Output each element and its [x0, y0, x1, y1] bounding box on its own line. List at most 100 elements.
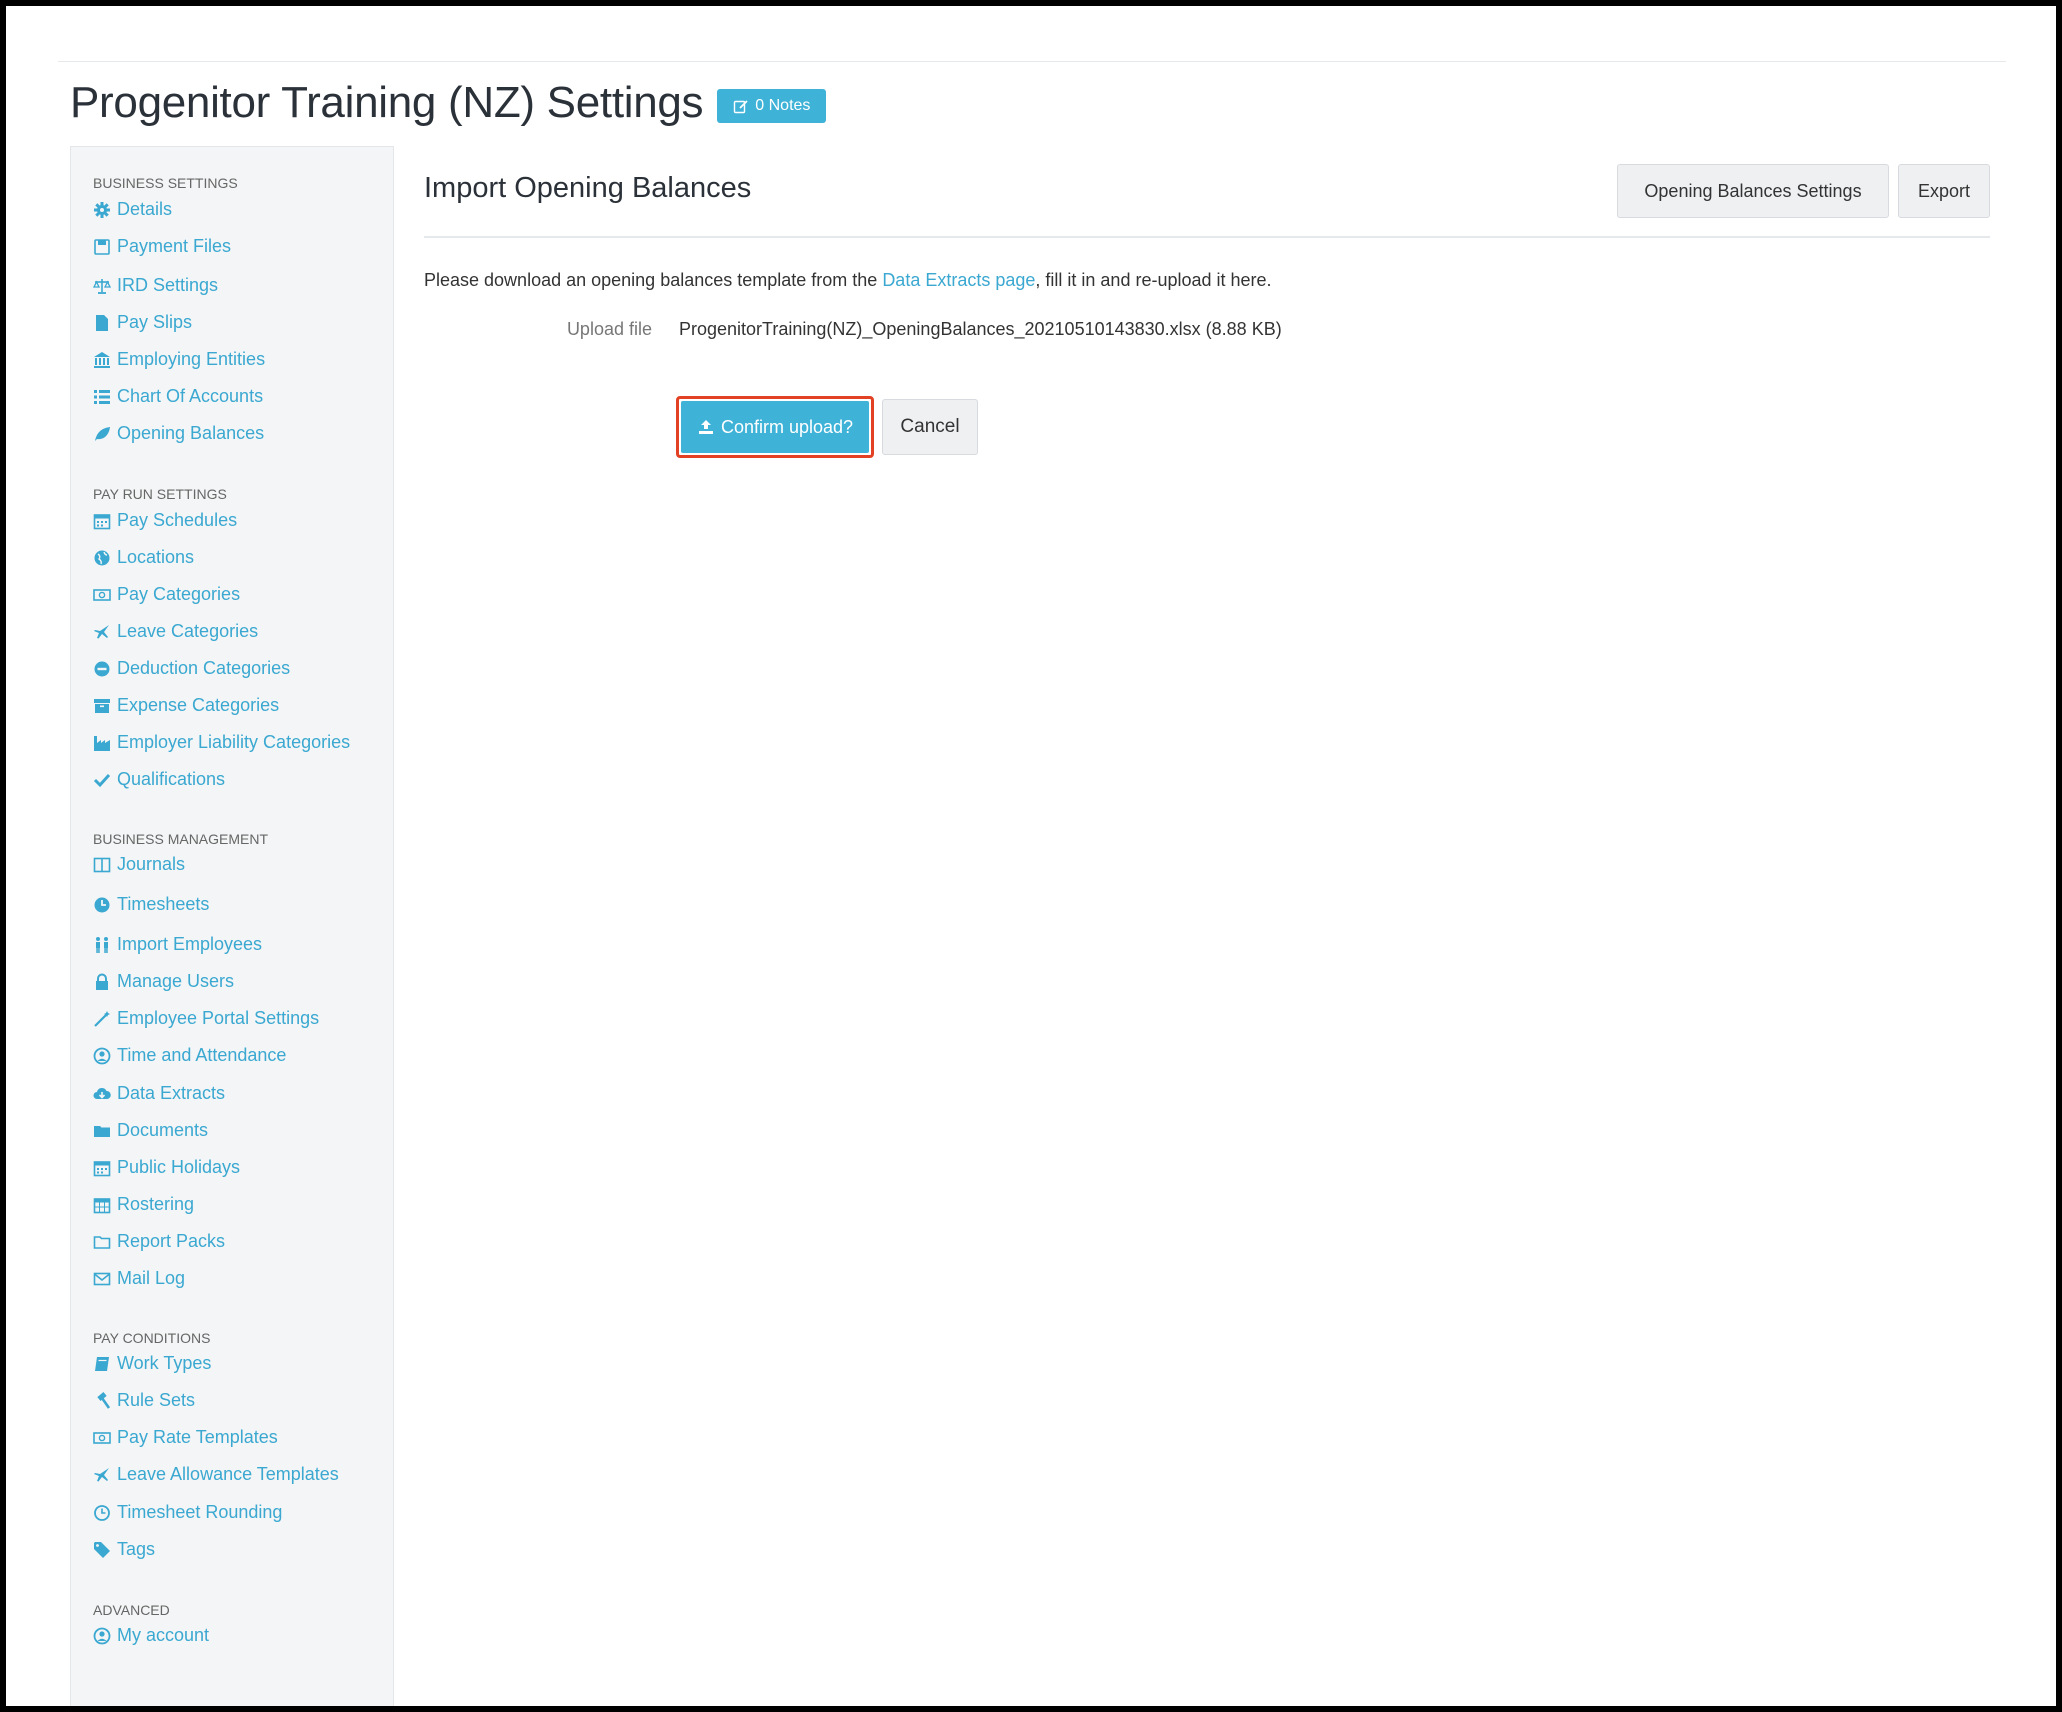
sidebar-item-timesheets[interactable]: Timesheets	[93, 894, 209, 915]
sidebar-item-tags[interactable]: Tags	[93, 1539, 155, 1560]
sidebar-heading-pay-conditions: PAY CONDITIONS	[93, 1330, 211, 1346]
sidebar-item-deduction-categories[interactable]: Deduction Categories	[93, 658, 290, 679]
scale-icon	[93, 278, 111, 294]
check-icon	[93, 773, 111, 787]
confirm-upload-highlight: Confirm upload?	[676, 396, 874, 458]
sidebar-item-label: IRD Settings	[117, 275, 219, 295]
industry-icon	[94, 735, 110, 751]
upload-file-label: Upload file	[566, 319, 652, 339]
sidebar-item-employing-entities[interactable]: Employing Entities	[93, 349, 265, 370]
sidebar-item-label: Manage Users	[117, 971, 235, 991]
section-title: Import Opening Balances	[424, 172, 752, 204]
cloud-download-icon	[93, 1087, 111, 1099]
sidebar-item-time-and-attendance[interactable]: Time and Attendance	[93, 1045, 286, 1066]
sidebar-item-label: Work Types	[117, 1353, 212, 1373]
plane-icon	[94, 1467, 109, 1481]
sidebar-item-work-types[interactable]: Work Types	[93, 1353, 211, 1374]
sidebar-item-pay-schedules[interactable]: Pay Schedules	[93, 510, 237, 531]
sidebar-item-label: Opening Balances	[117, 423, 265, 443]
sidebar-item-label: Employee Portal Settings	[117, 1008, 320, 1028]
clock-icon	[94, 897, 110, 912]
sidebar-item-label: Time and Attendance	[117, 1045, 287, 1065]
tag-icon	[94, 1541, 110, 1558]
intro-text-after: , fill it in and re-upload it here.	[1035, 270, 1272, 290]
sidebar-item-pay-rate-templates[interactable]: Pay Rate Templates	[93, 1427, 278, 1448]
section-divider	[424, 236, 1990, 238]
sidebar-item-employer-liability-categories[interactable]: Employer Liability Categories	[93, 732, 350, 753]
lock-icon	[96, 973, 108, 990]
sidebar-item-details[interactable]: Details	[93, 199, 172, 220]
upload-icon	[698, 420, 713, 434]
sidebar-item-documents[interactable]: Documents	[93, 1120, 208, 1141]
sidebar-item-opening-balances[interactable]: Opening Balances	[93, 423, 264, 444]
app-window: Progenitor Training (NZ) Settings 0 Note…	[6, 6, 2056, 1706]
sidebar-item-locations[interactable]: Locations	[93, 547, 194, 568]
sidebar-item-leave-allowance-templates[interactable]: Leave Allowance Templates	[93, 1464, 339, 1485]
sidebar-item-label: Data Extracts	[117, 1083, 226, 1103]
envelope-icon	[93, 1272, 111, 1285]
data-extracts-link[interactable]: Data Extracts page	[882, 270, 1035, 290]
sidebar-item-label: Documents	[117, 1120, 209, 1140]
sidebar-heading-business-management: BUSINESS MANAGEMENT	[93, 831, 269, 847]
sidebar-item-public-holidays[interactable]: Public Holidays	[93, 1157, 240, 1178]
sidebar-item-chart-of-accounts[interactable]: Chart Of Accounts	[93, 386, 263, 407]
sidebar-item-employee-portal-settings[interactable]: Employee Portal Settings	[93, 1008, 319, 1029]
sidebar-item-label: Journals	[117, 854, 186, 874]
notes-button[interactable]: 0 Notes	[717, 89, 827, 123]
sidebar-item-label: Employing Entities	[117, 349, 266, 369]
columns-icon	[93, 857, 111, 872]
sidebar-item-journals[interactable]: Journals	[93, 854, 185, 875]
intro-text: Please download an opening balances temp…	[424, 270, 1272, 291]
sidebar-item-label: Timesheet Rounding	[117, 1502, 283, 1522]
sidebar-item-timesheet-rounding[interactable]: Timesheet Rounding	[93, 1502, 282, 1523]
upload-file-value: ProgenitorTraining(NZ)_OpeningBalances_2…	[679, 319, 1282, 339]
sidebar-item-label: Timesheets	[117, 894, 210, 914]
leaf-icon	[95, 426, 110, 441]
list-icon	[94, 389, 110, 404]
opening-balances-settings-button[interactable]: Opening Balances Settings	[1617, 164, 1889, 218]
magic-wand-icon	[94, 1010, 110, 1027]
user-circle-icon	[93, 1627, 111, 1644]
cancel-button[interactable]: Cancel	[882, 399, 978, 455]
sidebar-item-label: Public Holidays	[117, 1157, 241, 1177]
sidebar-item-rostering[interactable]: Rostering	[93, 1194, 194, 1215]
top-divider	[58, 61, 2006, 62]
sidebar-item-label: Tags	[117, 1539, 156, 1559]
gavel-icon	[97, 1391, 111, 1409]
sidebar-item-label: Pay Categories	[117, 584, 241, 604]
sidebar-item-rule-sets[interactable]: Rule Sets	[93, 1390, 195, 1411]
sidebar-item-label: Pay Rate Templates	[117, 1427, 278, 1447]
sidebar-item-payment-files[interactable]: Payment Files	[93, 236, 231, 257]
sidebar-item-manage-users[interactable]: Manage Users	[93, 971, 234, 992]
money-icon	[93, 1431, 111, 1444]
sidebar-item-label: Import Employees	[117, 934, 263, 954]
sidebar-item-my-account[interactable]: My account	[93, 1625, 209, 1646]
sidebar-item-leave-categories[interactable]: Leave Categories	[93, 621, 258, 642]
sidebar-item-label: Pay Schedules	[117, 510, 238, 530]
sidebar-item-import-employees[interactable]: Import Employees	[93, 934, 262, 955]
folder-icon	[94, 1125, 110, 1137]
sidebar-item-label: Mail Log	[117, 1268, 186, 1288]
sidebar-item-pay-slips[interactable]: Pay Slips	[93, 312, 192, 333]
sidebar-item-label: Expense Categories	[117, 695, 280, 715]
sidebar-item-data-extracts[interactable]: Data Extracts	[93, 1083, 225, 1104]
sidebar-heading-pay-run-settings: PAY RUN SETTINGS	[93, 486, 227, 502]
sidebar-item-mail-log[interactable]: Mail Log	[93, 1268, 185, 1289]
sidebar-item-pay-categories[interactable]: Pay Categories	[93, 584, 240, 605]
sidebar-item-label: Locations	[117, 547, 195, 567]
sidebar-heading-advanced: ADVANCED	[93, 1602, 170, 1618]
sidebar-heading-business-settings: BUSINESS SETTINGS	[93, 175, 238, 191]
page-title: Progenitor Training (NZ) Settings	[70, 78, 704, 127]
folder-outline-icon	[93, 1235, 111, 1249]
sidebar-item-ird-settings[interactable]: IRD Settings	[93, 275, 218, 296]
sidebar-item-qualifications[interactable]: Qualifications	[93, 769, 225, 790]
users-icon	[96, 936, 108, 953]
file-icon	[96, 314, 108, 331]
sidebar-item-report-packs[interactable]: Report Packs	[93, 1231, 225, 1252]
calendar-grid-icon	[93, 1197, 111, 1213]
sidebar-item-expense-categories[interactable]: Expense Categories	[93, 695, 279, 716]
sidebar-item-label: Rule Sets	[117, 1390, 196, 1410]
confirm-upload-button[interactable]: Confirm upload?	[681, 401, 869, 453]
export-button[interactable]: Export	[1898, 164, 1990, 218]
money-icon	[93, 588, 111, 601]
